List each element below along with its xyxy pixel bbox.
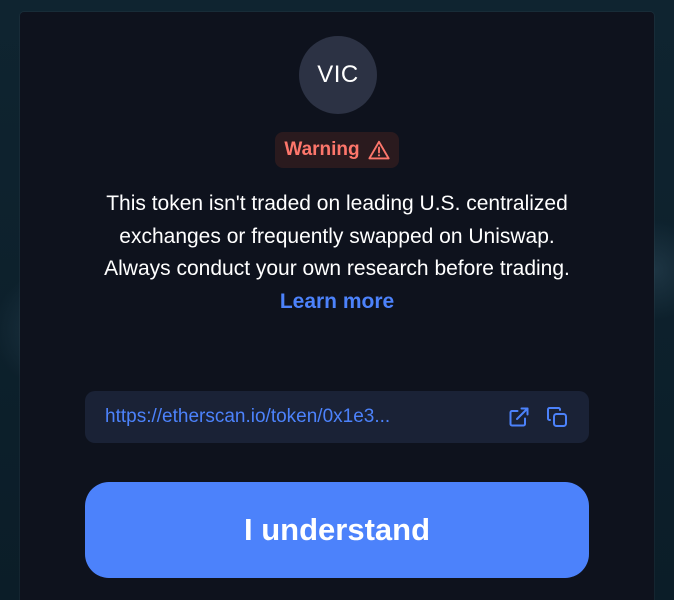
explorer-link[interactable]: https://etherscan.io/token/0x1e3...	[105, 406, 495, 428]
external-link-icon[interactable]	[505, 403, 533, 431]
i-understand-button[interactable]: I understand	[85, 482, 589, 578]
token-logo: VIC	[299, 36, 377, 114]
token-warning-modal: VIC Warning This token isn't traded on l…	[20, 12, 654, 600]
explorer-link-box: https://etherscan.io/token/0x1e3...	[85, 391, 589, 443]
learn-more-link[interactable]: Learn more	[280, 290, 394, 313]
alert-triangle-icon	[368, 140, 390, 160]
warning-message: This token isn't traded on leading U.S. …	[100, 188, 574, 318]
warning-badge: Warning	[275, 132, 399, 168]
copy-icon[interactable]	[543, 403, 571, 431]
warning-label: Warning	[284, 139, 360, 160]
token-symbol: VIC	[317, 61, 359, 88]
warning-message-text: This token isn't traded on leading U.S. …	[104, 192, 570, 280]
